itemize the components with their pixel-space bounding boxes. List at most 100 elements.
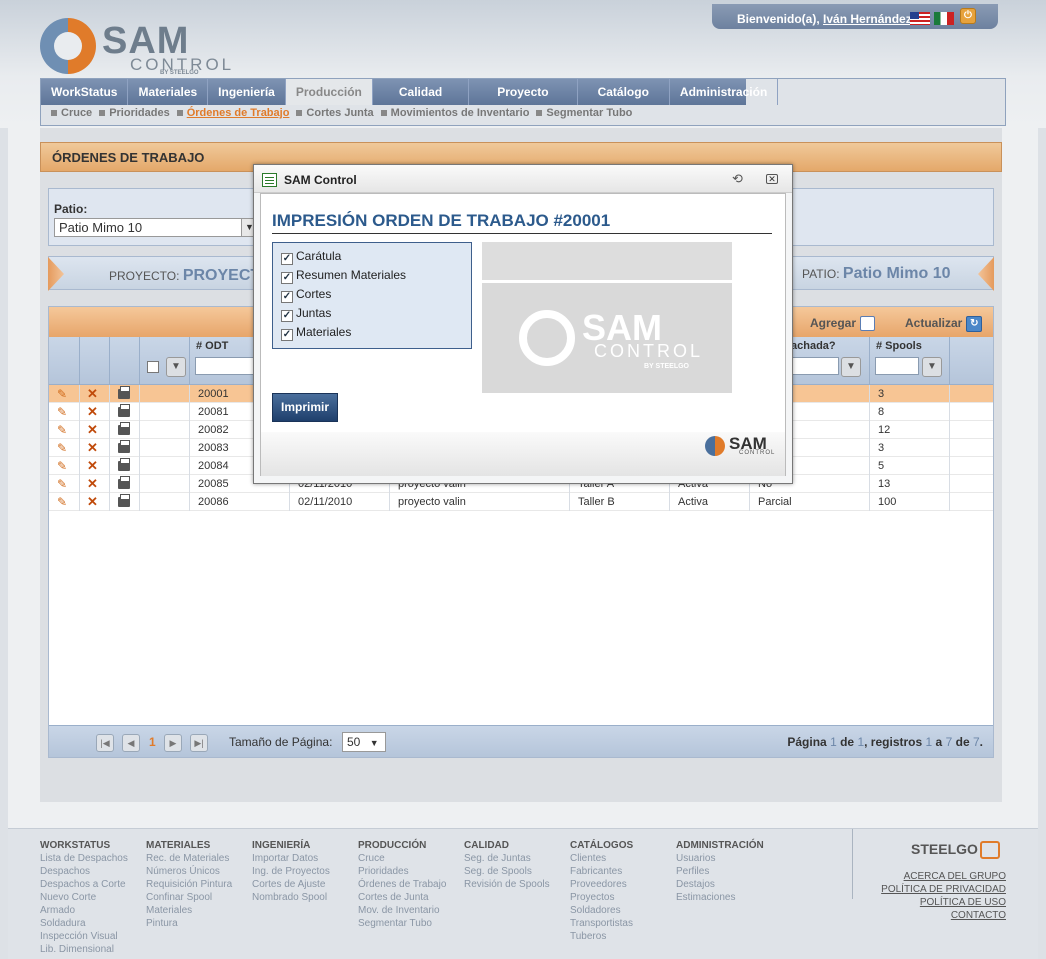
edit-icon[interactable]: ✎ — [57, 424, 69, 436]
footer-link[interactable]: Proveedores — [570, 878, 633, 891]
footer-link[interactable]: Revisión de Spools — [464, 878, 550, 891]
footer-link[interactable]: Nuevo Corte — [40, 891, 128, 904]
dialog-titlebar[interactable]: SAM Control ⟲ ✕ — [254, 165, 792, 193]
footer-link[interactable]: Lib. Dimensional — [40, 943, 128, 956]
checkbox[interactable]: ✓ — [281, 272, 293, 284]
subnav-item-selected[interactable]: Órdenes de Trabajo — [176, 107, 289, 119]
footer-link-terms[interactable]: POLÍTICA DE USO — [920, 897, 1006, 908]
refresh-button[interactable]: Actualizar ↻ — [905, 316, 983, 332]
last-page-icon[interactable]: ▶| — [190, 734, 208, 752]
footer-link[interactable]: Segmentar Tubo — [358, 917, 446, 930]
footer-link-contact[interactable]: CONTACTO — [951, 910, 1006, 921]
us-flag-icon[interactable] — [910, 12, 930, 25]
edit-icon[interactable]: ✎ — [57, 406, 69, 418]
footer-link[interactable]: Nombrado Spool — [252, 891, 330, 904]
filter-icon[interactable]: ▼ — [922, 357, 942, 377]
spools-filter-input[interactable] — [875, 357, 919, 375]
printer-icon[interactable] — [118, 440, 130, 453]
footer-link[interactable]: Soldadura — [40, 917, 128, 930]
column-header-despachada[interactable]: achada? — [791, 340, 836, 352]
footer-link[interactable]: Requisición Pintura — [146, 878, 232, 891]
footer-link[interactable]: Cruce — [358, 852, 446, 865]
tab-produccion[interactable]: Producción — [285, 79, 373, 105]
footer-link[interactable]: Proyectos — [570, 891, 633, 904]
print-option[interactable]: ✓ Materiales — [281, 325, 471, 344]
printer-icon[interactable] — [118, 458, 130, 471]
page-size-select[interactable]: 50 ▼ — [342, 732, 386, 752]
subnav-item[interactable]: Segmentar Tubo — [536, 107, 632, 119]
footer-link[interactable]: Mov. de Inventario — [358, 904, 446, 917]
close-icon[interactable]: ✕ — [766, 174, 778, 184]
table-row[interactable]: ✎ ✕ 20086 02/11/2010 proyecto valin Taller B A… — [49, 493, 993, 511]
despachada-filter-input[interactable] — [791, 357, 839, 375]
sam-control-logo[interactable]: SAM CONTROL BY STEELGO — [40, 18, 231, 78]
printer-icon[interactable] — [118, 386, 130, 399]
edit-icon[interactable]: ✎ — [57, 388, 69, 400]
footer-link[interactable]: Perfiles — [676, 865, 764, 878]
filter-icon[interactable]: ▼ — [841, 357, 861, 377]
user-name-link[interactable]: Iván Hernández — [823, 12, 912, 26]
printer-icon[interactable] — [118, 422, 130, 435]
footer-link[interactable]: Órdenes de Trabajo — [358, 878, 446, 891]
logout-icon[interactable]: ⏻ — [960, 8, 976, 24]
add-button[interactable]: Agregar — [810, 316, 876, 332]
tab-administracion[interactable]: Administración — [670, 79, 779, 105]
printer-icon[interactable] — [118, 404, 130, 417]
print-option[interactable]: ✓ Carátula — [281, 249, 471, 268]
footer-link[interactable]: Seg. de Spools — [464, 865, 550, 878]
delete-icon[interactable]: ✕ — [87, 422, 98, 438]
print-button[interactable]: Imprimir — [272, 393, 338, 422]
footer-link[interactable]: Rec. de Materiales — [146, 852, 232, 865]
column-header-odt[interactable]: # ODT — [196, 340, 228, 352]
select-all-checkbox[interactable] — [147, 361, 159, 373]
footer-link[interactable]: Transportistas — [570, 917, 633, 930]
delete-icon[interactable]: ✕ — [87, 476, 98, 492]
footer-link[interactable]: Pintura — [146, 917, 232, 930]
tab-ingenieria[interactable]: Ingeniería — [208, 79, 286, 105]
printer-icon[interactable] — [118, 494, 130, 507]
delete-icon[interactable]: ✕ — [87, 404, 98, 420]
subnav-item[interactable]: Cruce — [51, 107, 92, 119]
tab-proyecto[interactable]: Proyecto — [469, 79, 578, 105]
footer-link[interactable]: Clientes — [570, 852, 633, 865]
footer-link[interactable]: Fabricantes — [570, 865, 633, 878]
footer-link[interactable]: Números Únicos — [146, 865, 232, 878]
footer-link[interactable]: Cortes de Ajuste — [252, 878, 330, 891]
subnav-item[interactable]: Cortes Junta — [296, 107, 374, 119]
footer-link[interactable]: Prioridades — [358, 865, 446, 878]
footer-link[interactable]: Importar Datos — [252, 852, 330, 865]
footer-link[interactable]: Inspección Visual — [40, 930, 128, 943]
delete-icon[interactable]: ✕ — [87, 458, 98, 474]
footer-link[interactable]: Materiales — [146, 904, 232, 917]
delete-icon[interactable]: ✕ — [87, 386, 98, 402]
footer-link[interactable]: Despachos — [40, 865, 128, 878]
first-page-icon[interactable]: |◀ — [96, 734, 114, 752]
delete-icon[interactable]: ✕ — [87, 494, 98, 510]
reload-icon[interactable]: ⟲ — [732, 171, 743, 187]
tab-catalogo[interactable]: Catálogo — [578, 79, 670, 105]
edit-icon[interactable]: ✎ — [57, 442, 69, 454]
checkbox[interactable]: ✓ — [281, 291, 293, 303]
footer-link[interactable]: Estimaciones — [676, 891, 764, 904]
checkbox[interactable]: ✓ — [281, 329, 293, 341]
prev-page-icon[interactable]: ◀ — [122, 734, 140, 752]
print-option[interactable]: ✓ Cortes — [281, 287, 471, 306]
subnav-item[interactable]: Prioridades — [99, 107, 170, 119]
steelgo-logo[interactable]: STEELGO — [911, 841, 1000, 860]
tab-workstatus[interactable]: WorkStatus — [41, 79, 129, 105]
print-option[interactable]: ✓ Resumen Materiales — [281, 268, 471, 287]
checkbox[interactable]: ✓ — [281, 253, 293, 265]
subnav-item[interactable]: Movimientos de Inventario — [380, 107, 529, 119]
column-header-spools[interactable]: # Spools — [876, 340, 922, 352]
tab-materiales[interactable]: Materiales — [128, 79, 209, 105]
filter-icon[interactable]: ▼ — [166, 357, 186, 377]
mexico-flag-icon[interactable] — [934, 12, 954, 25]
printer-icon[interactable] — [118, 476, 130, 489]
footer-link[interactable]: Armado — [40, 904, 128, 917]
patio-select[interactable]: Patio Mimo 10 ▼ — [54, 218, 258, 237]
footer-link[interactable]: Ing. de Proyectos — [252, 865, 330, 878]
edit-icon[interactable]: ✎ — [57, 478, 69, 490]
edit-icon[interactable]: ✎ — [57, 460, 69, 472]
footer-link[interactable]: Despachos a Corte — [40, 878, 128, 891]
footer-link[interactable]: Cortes de Junta — [358, 891, 446, 904]
